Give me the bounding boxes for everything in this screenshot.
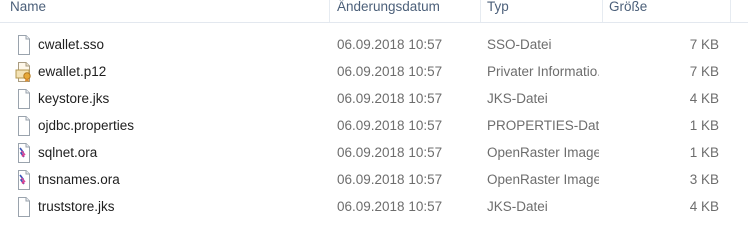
file-name: cwallet.sso xyxy=(38,37,105,52)
file-row[interactable]: sqlnet.ora 06.09.2018 10:57 OpenRaster I… xyxy=(0,140,748,167)
file-size: 1 KB xyxy=(689,118,719,133)
file-name: ojdbc.properties xyxy=(38,118,135,133)
file-type: Privater Informatio... xyxy=(487,64,599,79)
file-row[interactable]: cwallet.sso 06.09.2018 10:57 SSO-Datei 7… xyxy=(0,32,748,59)
generic-file-icon xyxy=(15,89,33,109)
file-date: 06.09.2018 10:57 xyxy=(337,118,443,133)
file-type: OpenRaster Image... xyxy=(487,145,599,160)
column-divider[interactable] xyxy=(480,0,481,22)
column-header-type[interactable]: Typ xyxy=(487,0,509,22)
file-size: 7 KB xyxy=(689,37,719,52)
file-type: PROPERTIES-Datei xyxy=(487,118,599,133)
column-header-size[interactable]: Größe xyxy=(609,0,647,22)
file-name: tnsnames.ora xyxy=(38,172,120,187)
column-header-name[interactable]: Name xyxy=(10,0,46,22)
file-size: 1 KB xyxy=(689,145,719,160)
openraster-file-icon xyxy=(15,170,33,190)
file-name: keystore.jks xyxy=(38,91,110,106)
file-name: truststore.jks xyxy=(38,199,115,214)
file-size: 4 KB xyxy=(689,199,719,214)
file-date: 06.09.2018 10:57 xyxy=(337,37,443,52)
file-type: SSO-Datei xyxy=(487,37,552,52)
file-type: JKS-Datei xyxy=(487,199,548,214)
file-row[interactable]: ojdbc.properties 06.09.2018 10:57 PROPER… xyxy=(0,113,748,140)
file-name: sqlnet.ora xyxy=(38,145,98,160)
openraster-file-icon xyxy=(15,143,33,163)
generic-file-icon xyxy=(15,35,33,55)
file-size: 7 KB xyxy=(689,64,719,79)
file-date: 06.09.2018 10:57 xyxy=(337,199,443,214)
file-size: 4 KB xyxy=(689,91,719,106)
file-date: 06.09.2018 10:57 xyxy=(337,64,443,79)
generic-file-icon xyxy=(15,197,33,217)
generic-file-icon xyxy=(15,116,33,136)
column-header-bar: Name Änderungsdatum Typ Größe xyxy=(0,0,748,23)
file-row[interactable]: keystore.jks 06.09.2018 10:57 JKS-Datei … xyxy=(0,86,748,113)
certificate-file-icon xyxy=(15,62,33,82)
file-date: 06.09.2018 10:57 xyxy=(337,145,443,160)
column-divider[interactable] xyxy=(329,0,330,22)
file-date: 06.09.2018 10:57 xyxy=(337,91,443,106)
file-type: JKS-Datei xyxy=(487,91,548,106)
file-name: ewallet.p12 xyxy=(38,64,107,79)
file-date: 06.09.2018 10:57 xyxy=(337,172,443,187)
file-row[interactable]: truststore.jks 06.09.2018 10:57 JKS-Date… xyxy=(0,194,748,221)
file-row[interactable]: tnsnames.ora 06.09.2018 10:57 OpenRaster… xyxy=(0,167,748,194)
column-divider[interactable] xyxy=(602,0,603,22)
column-header-date[interactable]: Änderungsdatum xyxy=(337,0,440,22)
file-type: OpenRaster Image... xyxy=(487,172,599,187)
file-row[interactable]: ewallet.p12 06.09.2018 10:57 Privater In… xyxy=(0,59,748,86)
column-divider[interactable] xyxy=(730,0,731,22)
file-size: 3 KB xyxy=(689,172,719,187)
